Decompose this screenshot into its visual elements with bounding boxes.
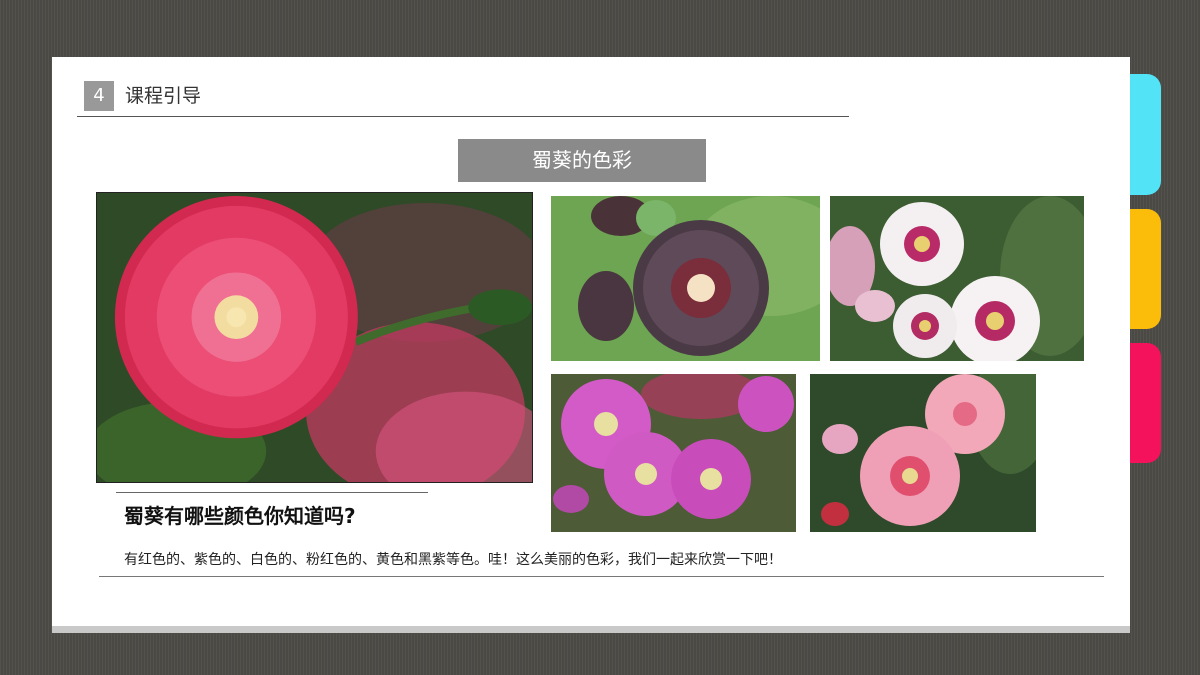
black-purple-hollyhock-photo — [551, 196, 820, 361]
bottom-divider — [99, 576, 1104, 577]
topic-banner: 蜀葵的色彩 — [458, 139, 706, 182]
section-title: 课程引导 — [125, 85, 202, 107]
pink-side-tab[interactable] — [1128, 343, 1161, 463]
slide-bottom-edge — [52, 626, 1130, 633]
white-hollyhock-photo — [830, 196, 1084, 361]
yellow-side-tab[interactable] — [1128, 209, 1161, 329]
question-divider — [116, 492, 428, 493]
header-divider — [77, 116, 849, 117]
cyan-side-tab[interactable] — [1128, 74, 1161, 195]
question-heading: 蜀葵有哪些颜色你知道吗? — [124, 504, 356, 528]
pink-hollyhock-photo — [810, 374, 1036, 532]
magenta-hollyhock-photo — [551, 374, 796, 532]
answer-text: 有红色的、紫色的、白色的、粉红色的、黄色和黑紫等色。哇！这么美丽的色彩，我们一起… — [124, 552, 782, 568]
red-hollyhock-photo — [96, 192, 533, 483]
section-number-badge: 4 — [84, 81, 114, 111]
